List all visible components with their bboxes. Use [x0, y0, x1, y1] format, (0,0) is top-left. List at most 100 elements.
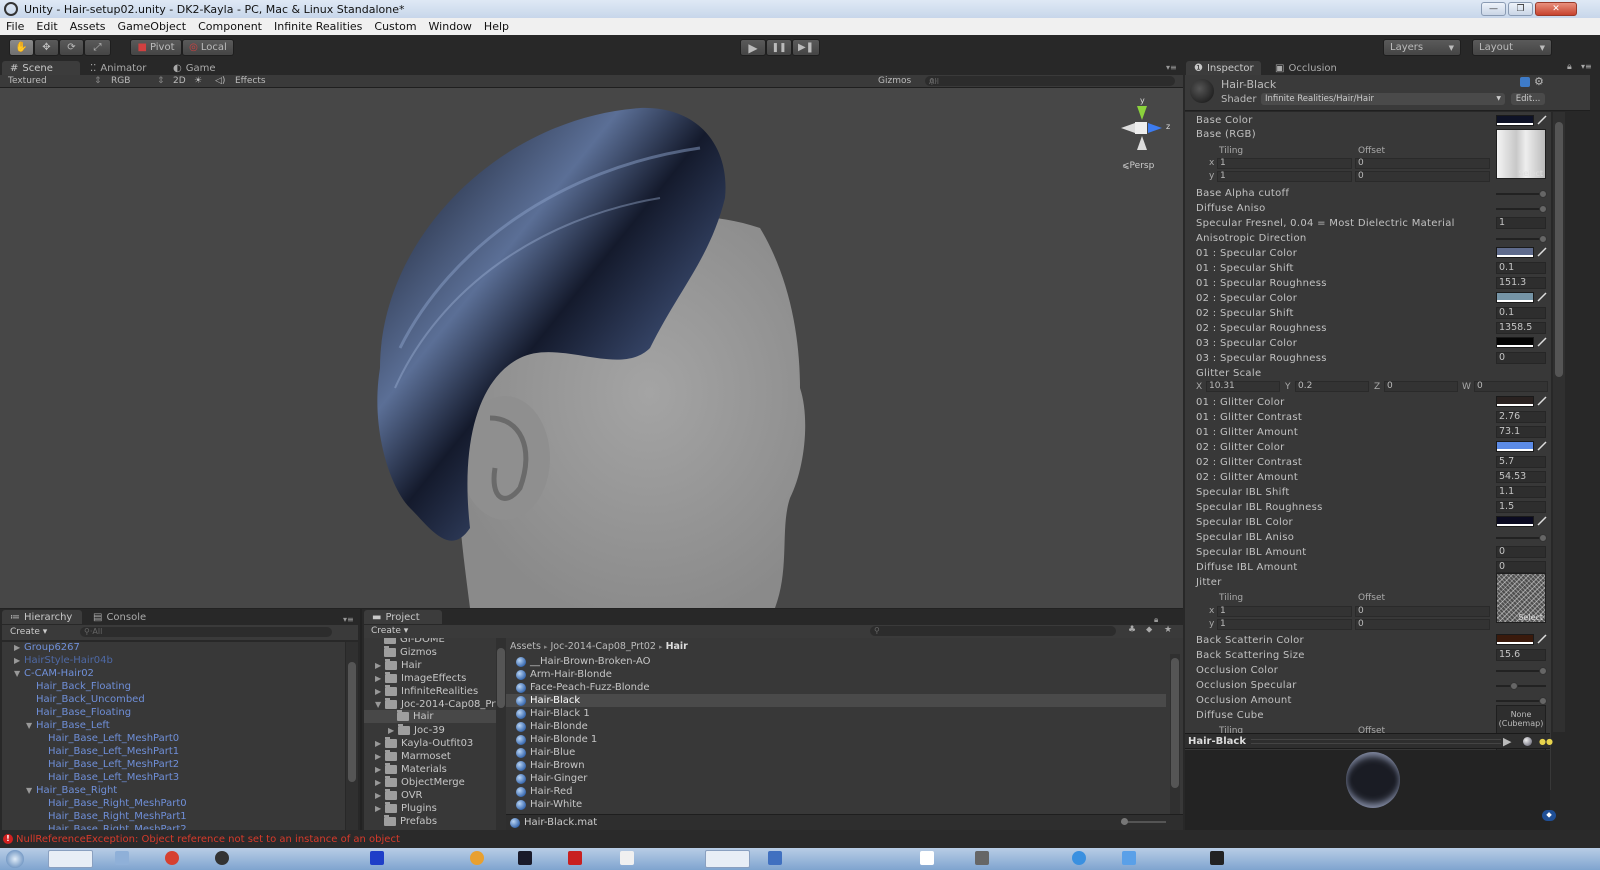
specular-fresnel-field[interactable]: 1: [1496, 217, 1546, 229]
slider-knob[interactable]: [1539, 190, 1547, 198]
asset-item[interactable]: Hair-Blonde 1: [516, 734, 597, 745]
specular-color-03-swatch[interactable]: [1496, 337, 1534, 348]
taskbar-app-icon[interactable]: [1072, 851, 1086, 865]
taskbar-app-icon[interactable]: [620, 851, 634, 865]
icon-size-slider[interactable]: [1121, 818, 1166, 825]
hierarchy-item[interactable]: ▶ Group6267: [14, 642, 80, 653]
layers-dropdown[interactable]: Layers ▼: [1383, 39, 1461, 56]
expand-arrow-icon[interactable]: ▼: [14, 669, 24, 678]
specular-color-01-swatch[interactable]: [1496, 247, 1534, 258]
folder-item-selected[interactable]: Hair: [364, 710, 496, 723]
edit-shader-button[interactable]: Edit...: [1511, 93, 1545, 105]
slider-knob[interactable]: [1539, 697, 1547, 705]
z-axis-cone[interactable]: [1148, 123, 1162, 133]
rotate-tool-button[interactable]: ⟳: [59, 39, 84, 56]
play-preview-icon[interactable]: ▶: [1503, 735, 1511, 748]
expand-arrow-icon[interactable]: ▶: [375, 661, 385, 670]
back-scattering-color-swatch[interactable]: [1496, 634, 1534, 645]
projection-label[interactable]: ⩽Persp: [1122, 161, 1154, 171]
panel-menu-icon[interactable]: ▾≡: [1581, 62, 1592, 71]
status-message[interactable]: NullReferenceException: Object reference…: [16, 834, 400, 845]
jitter-offset-y-field[interactable]: 0: [1355, 619, 1490, 630]
jitter-tiling-y-field[interactable]: 1: [1217, 619, 1352, 630]
expand-arrow-icon[interactable]: ▶: [375, 765, 385, 774]
occlusion-amount-slider[interactable]: [1496, 697, 1547, 705]
scrollbar-thumb[interactable]: [1555, 122, 1563, 377]
breadcrumb-assets[interactable]: Assets: [510, 641, 541, 652]
menu-edit[interactable]: Edit: [30, 20, 63, 33]
expand-arrow-icon[interactable]: ▶: [375, 778, 385, 787]
panel-menu-icon[interactable]: ▾≡: [343, 615, 354, 624]
y-axis-cone[interactable]: [1137, 106, 1147, 120]
base-color-swatch[interactable]: [1496, 115, 1534, 126]
asset-item[interactable]: Hair-Black 1: [516, 708, 590, 719]
preview-mesh-icon[interactable]: [1523, 737, 1532, 746]
restore-button[interactable]: ❐: [1508, 2, 1533, 16]
audio-toggle-icon[interactable]: ◁): [215, 76, 225, 86]
favorite-star-icon[interactable]: ★: [1164, 625, 1172, 635]
glitter-contrast-01-field[interactable]: 2.76: [1496, 411, 1546, 423]
slider-knob[interactable]: [1539, 205, 1547, 213]
tab-project[interactable]: ▬ Project: [364, 610, 442, 624]
folder-item[interactable]: ▶ Materials: [375, 763, 447, 775]
folder-item[interactable]: GI-DOME: [384, 638, 445, 645]
expand-arrow-icon[interactable]: ▶: [14, 656, 24, 665]
hierarchy-item[interactable]: Hair_Back_Floating: [36, 681, 131, 692]
slider-knob[interactable]: [1539, 235, 1547, 243]
folder-item[interactable]: ▶ Joc-39: [388, 724, 445, 736]
hierarchy-item[interactable]: Hair_Base_Floating: [36, 707, 131, 718]
asset-list-scrollbar[interactable]: [1170, 654, 1180, 814]
glitter-scale-w-field[interactable]: 0: [1474, 381, 1548, 392]
taskbar-app-icon[interactable]: [48, 850, 93, 868]
menu-help[interactable]: Help: [478, 20, 515, 33]
folder-tree-scrollbar[interactable]: [496, 638, 506, 830]
expand-arrow-icon[interactable]: ▶: [14, 643, 24, 652]
base-offset-x-field[interactable]: 0: [1355, 158, 1490, 169]
x-axis-cone[interactable]: [1121, 123, 1135, 133]
specular-color-02-swatch[interactable]: [1496, 292, 1534, 303]
step-button[interactable]: ▶❚: [792, 39, 820, 56]
hierarchy-item[interactable]: ▼ Hair_Base_Right: [26, 785, 117, 796]
eyedropper-icon[interactable]: [1537, 337, 1547, 347]
asset-item-selected[interactable]: Hair-Black: [506, 694, 1166, 707]
taskbar-app-icon[interactable]: [1122, 851, 1136, 865]
close-button[interactable]: ✕: [1535, 2, 1577, 16]
eyedropper-icon[interactable]: [1537, 516, 1547, 526]
create-dropdown[interactable]: Create ▾: [10, 627, 47, 637]
folder-item[interactable]: Gizmos: [384, 646, 437, 658]
eyedropper-icon[interactable]: [1537, 441, 1547, 451]
base-offset-y-field[interactable]: 0: [1355, 171, 1490, 182]
jitter-texture-slot[interactable]: Select: [1496, 573, 1546, 623]
taskbar-app-icon[interactable]: [568, 851, 582, 865]
expand-arrow-icon[interactable]: ▶: [375, 739, 385, 748]
folder-item[interactable]: ▶ InfiniteRealities: [375, 685, 478, 697]
scrollbar-thumb[interactable]: [1171, 658, 1179, 788]
specular-ibl-color-swatch[interactable]: [1496, 516, 1534, 527]
folder-item[interactable]: ▶ Kayla-Outfit03: [375, 737, 473, 749]
layout-dropdown[interactable]: Layout ▼: [1472, 39, 1552, 56]
asset-item[interactable]: Face-Peach-Fuzz-Blonde: [516, 682, 650, 693]
hierarchy-item[interactable]: ▼ Hair_Base_Left: [26, 720, 110, 731]
eyedropper-icon[interactable]: [1537, 292, 1547, 302]
menu-window[interactable]: Window: [423, 20, 478, 33]
taskbar-app-icon[interactable]: [470, 851, 484, 865]
hierarchy-item[interactable]: Hair_Back_Uncombed: [36, 694, 145, 705]
base-tiling-y-field[interactable]: 1: [1217, 171, 1352, 182]
back-scattering-size-field[interactable]: 15.6: [1496, 649, 1546, 661]
folder-item[interactable]: ▼ Joc-2014-Cap08_Prt: [375, 698, 496, 710]
taskbar-app-icon[interactable]: [215, 851, 229, 865]
inspector-scrollbar[interactable]: [1553, 112, 1565, 732]
menu-file[interactable]: File: [0, 20, 30, 33]
scene-viewport[interactable]: y z ⩽Persp: [0, 88, 1183, 608]
tab-occlusion[interactable]: ▣ Occlusion: [1267, 61, 1347, 75]
scene-search-input[interactable]: ⚲· All: [925, 76, 1175, 86]
asset-item[interactable]: Hair-White: [516, 799, 582, 810]
breadcrumb-folder[interactable]: Joc-2014-Cap08_Prt02: [551, 641, 656, 652]
hierarchy-item[interactable]: Hair_Base_Left_MeshPart2: [48, 759, 179, 770]
specular-ibl-roughness-field[interactable]: 1.5: [1496, 501, 1546, 513]
gizmo-center-cube[interactable]: [1135, 122, 1147, 134]
neg-y-axis-cone[interactable]: [1137, 136, 1147, 150]
glitter-color-01-swatch[interactable]: [1496, 396, 1534, 407]
gear-icon[interactable]: ⚙: [1534, 75, 1544, 88]
folder-item[interactable]: Prefabs: [384, 815, 437, 827]
